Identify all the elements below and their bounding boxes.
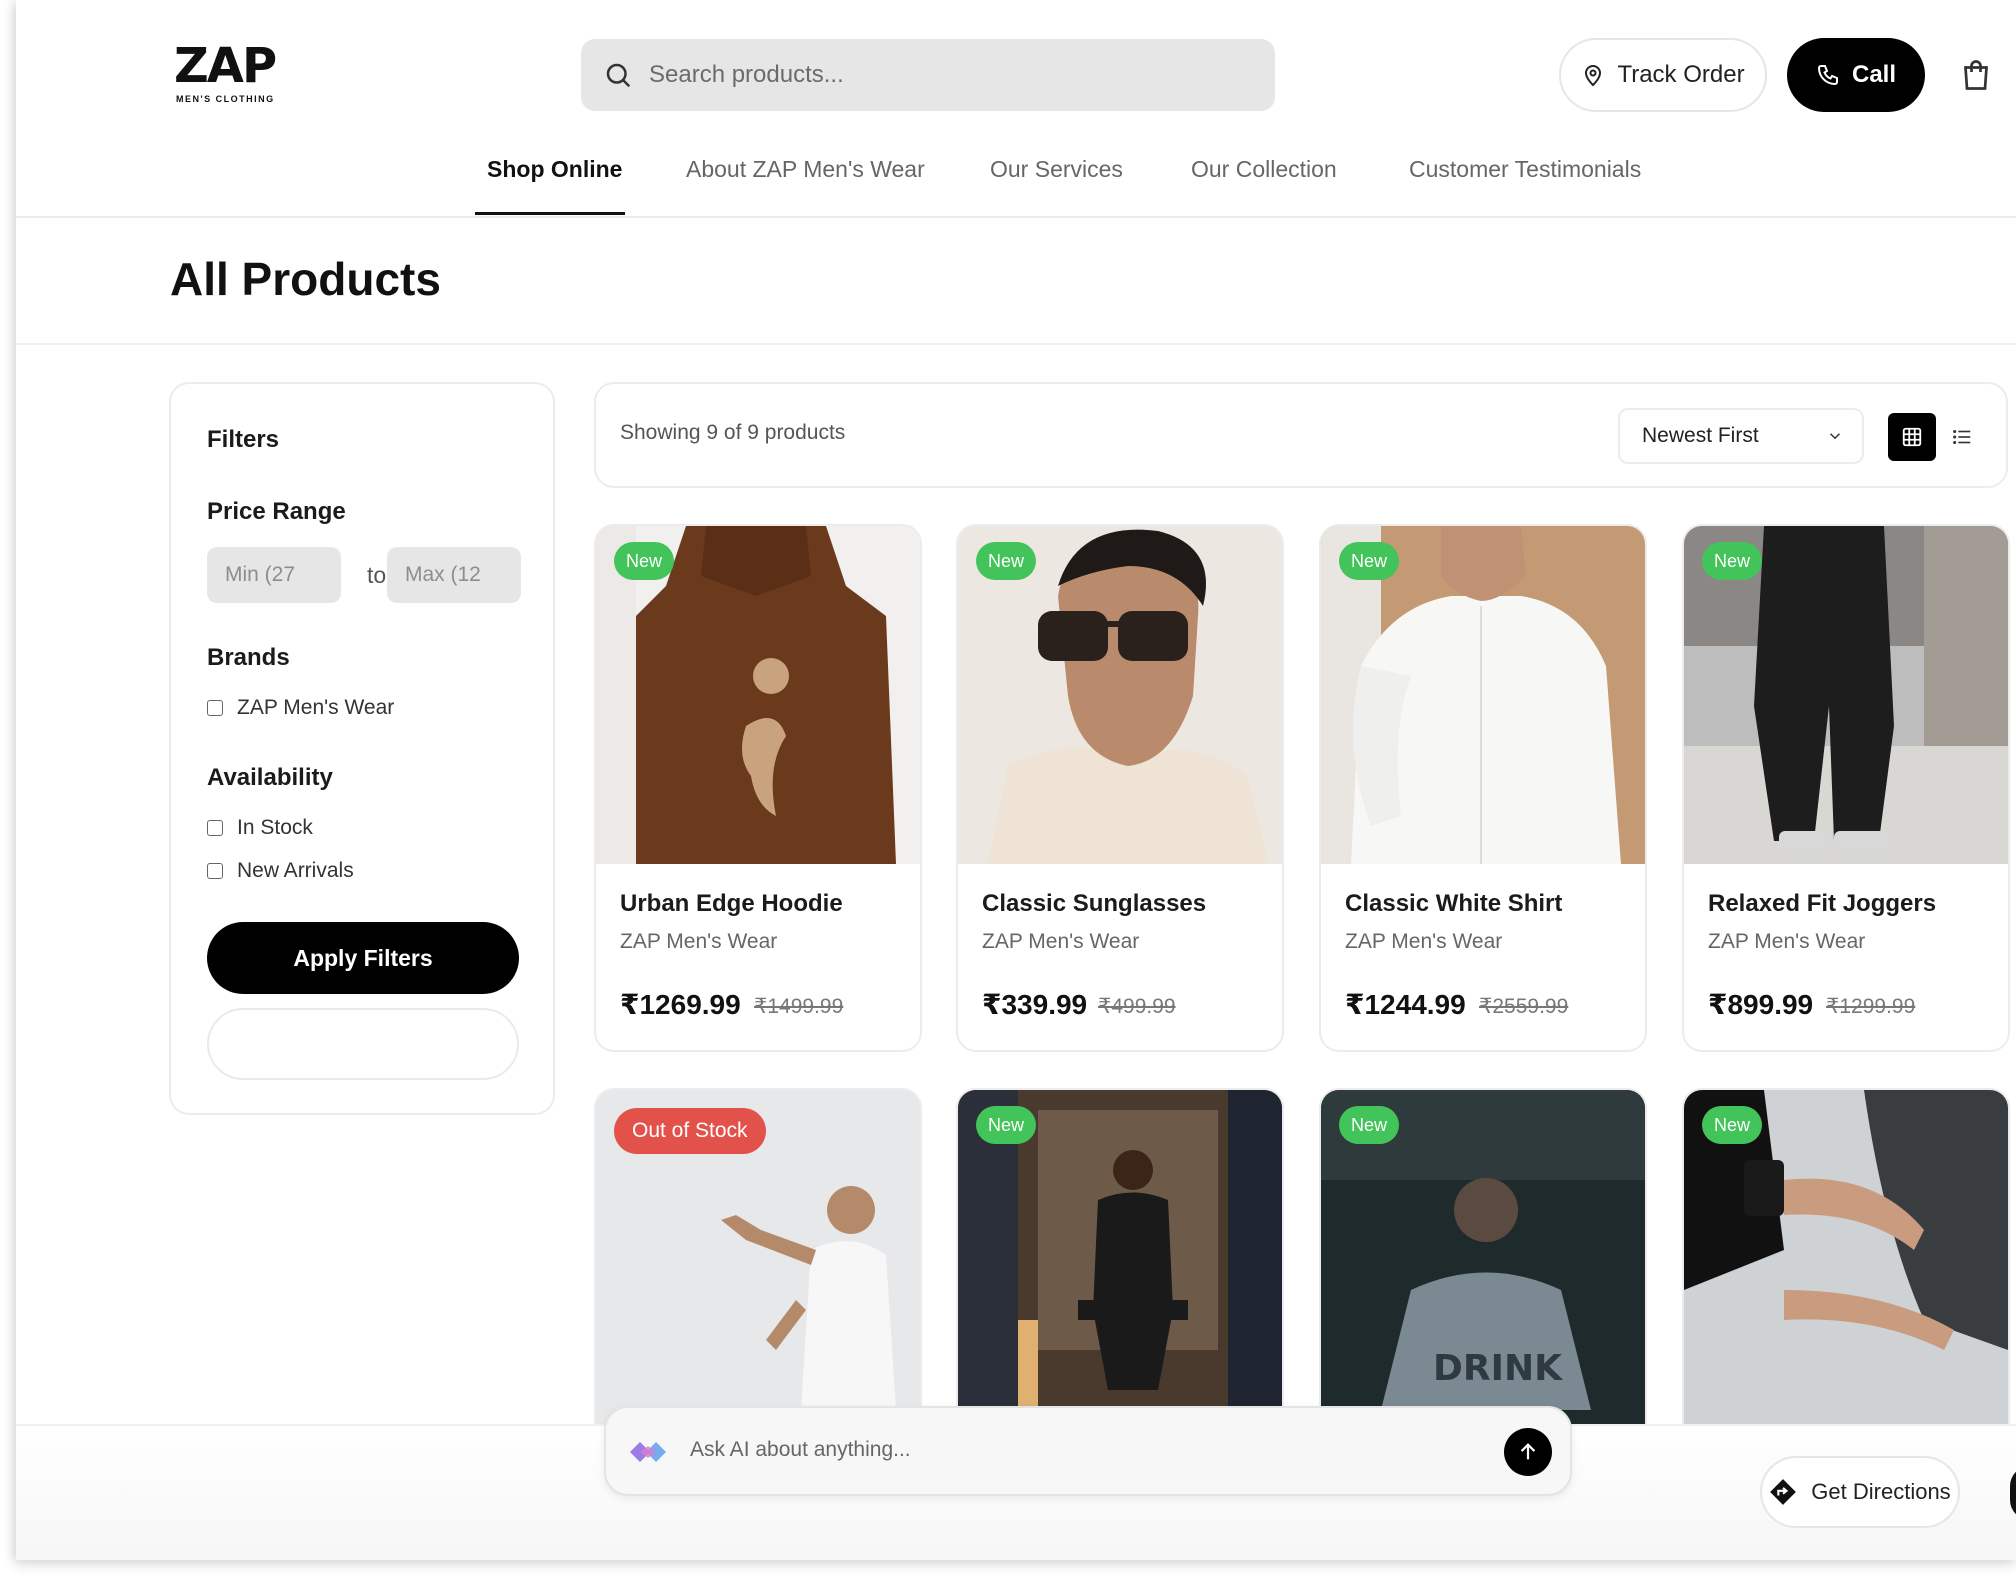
out-of-stock-badge: Out of Stock [614,1108,766,1154]
product-original-price: ₹2559.99 [1479,995,1569,1018]
ai-chat-bar[interactable]: Ask AI about anything... [604,1406,1572,1496]
nav-services[interactable]: Our Services [990,156,1123,183]
filters-title: Filters [207,426,280,453]
sort-value: Newest First [1642,424,1759,447]
phone-icon [1817,65,1838,86]
title-band: All Products [16,220,2016,345]
min-price-input[interactable] [207,547,341,603]
product-name[interactable]: Urban Edge Hoodie [620,890,843,918]
clear-filters-button[interactable] [207,1008,519,1080]
ai-input-placeholder[interactable]: Ask AI about anything... [690,1438,911,1462]
product-price: ₹1269.99 [620,989,741,1020]
get-directions-label: Get Directions [1811,1479,1951,1504]
product-name[interactable]: Classic White Shirt [1345,890,1562,918]
grid-view-button[interactable] [1888,413,1936,461]
call-button[interactable]: Call [1787,38,1925,112]
product-price: ₹1244.99 [1345,989,1466,1020]
price-range-heading: Price Range [207,498,346,525]
main-nav: Shop Online About ZAP Men's Wear Our Ser… [16,148,2016,218]
send-button[interactable] [1504,1428,1552,1476]
get-directions-button[interactable]: Get Directions [1760,1456,1960,1528]
product-brand: ZAP Men's Wear [1708,930,1866,953]
new-badge: New [976,542,1037,580]
product-original-price: ₹1299.99 [1826,995,1916,1018]
brands-heading: Brands [207,644,290,671]
arrow-up-icon [1520,1443,1536,1460]
product-original-price: ₹1499.99 [754,995,844,1018]
results-count: Showing 9 of 9 products [620,421,846,444]
product-card[interactable]: New Urban Edge Hoodie ZAP Men's Wear ₹12… [594,524,922,1052]
site-header: ZAP MEN'S CLOTHING Track Order Call Sh [16,0,2016,218]
product-name[interactable]: Classic Sunglasses [982,890,1206,918]
new-arrivals-label: New Arrivals [237,859,354,882]
max-price-input[interactable] [387,547,521,603]
product-price: ₹339.99 [982,989,1088,1020]
price-range-separator: to [367,562,387,588]
product-price: ₹899.99 [1708,989,1814,1020]
product-card[interactable]: New Relaxed Fit Joggers ZAP Men's Wear ₹… [1682,524,2010,1052]
search-input[interactable] [649,61,1209,89]
product-brand: ZAP Men's Wear [1345,930,1503,953]
directions-icon [1770,1479,1797,1505]
logo-text: ZAP [174,38,277,94]
product-card[interactable]: New Classic White Shirt ZAP Men's Wear ₹… [1319,524,1647,1052]
product-original-price: ₹499.99 [1098,995,1176,1018]
new-badge: New [976,1106,1037,1144]
checkbox[interactable] [207,863,223,879]
product-name[interactable]: Relaxed Fit Joggers [1708,890,1936,918]
availability-heading: Availability [207,764,333,791]
new-badge: New [1339,1106,1400,1144]
search-bar[interactable] [581,39,1275,111]
list-icon [1953,429,1971,445]
new-badge: New [1702,1106,1763,1144]
in-stock-label: In Stock [237,816,313,839]
product-brand: ZAP Men's Wear [620,930,778,953]
track-order-label: Track Order [1617,61,1745,88]
checkbox[interactable] [207,700,223,716]
brand-option-label: ZAP Men's Wear [237,696,395,719]
checkbox[interactable] [207,820,223,836]
call-label: Call [1851,61,1896,88]
track-order-button[interactable]: Track Order [1559,38,1767,112]
filters-panel: Filters Price Range to Brands ZAP Men's … [169,382,555,1115]
search-icon [606,63,631,88]
nav-shop-online[interactable]: Shop Online [487,156,622,183]
logo-tagline: MEN'S CLOTHING [176,94,275,104]
nav-testimonials[interactable]: Customer Testimonials [1409,156,1641,183]
in-stock-checkbox[interactable]: In Stock [207,816,313,840]
new-arrivals-checkbox[interactable]: New Arrivals [207,859,354,883]
apply-filters-button[interactable]: Apply Filters [207,922,519,994]
product-brand: ZAP Men's Wear [982,930,1140,953]
new-badge: New [1339,542,1400,580]
map-pin-icon [1585,65,1602,87]
grid-icon [1902,427,1922,447]
nav-about[interactable]: About ZAP Men's Wear [686,156,925,183]
new-badge: New [1702,542,1763,580]
active-tab-indicator [475,212,625,215]
nav-collection[interactable]: Our Collection [1191,156,1337,183]
product-card[interactable]: New Classic Sunglasses ZAP Men's Wear ₹3… [956,524,1284,1052]
products-toolbar: Showing 9 of 9 products Newest First [594,382,2008,488]
page: ZAP MEN'S CLOTHING Track Order Call Sh [16,0,2016,1560]
logo[interactable]: ZAP MEN'S CLOTHING [174,42,294,112]
shopping-bag-icon[interactable] [1958,56,1994,94]
brand-checkbox-zap[interactable]: ZAP Men's Wear [207,696,394,720]
ai-sparkle-icon [630,1442,666,1462]
svg-text:DRINK: DRINK [1433,1348,1563,1389]
new-badge: New [614,542,675,580]
list-view-button[interactable] [1938,413,1986,461]
page-title: All Products [170,253,441,305]
chevron-down-icon [1829,433,1841,440]
sort-select[interactable]: Newest First [1618,408,1864,464]
